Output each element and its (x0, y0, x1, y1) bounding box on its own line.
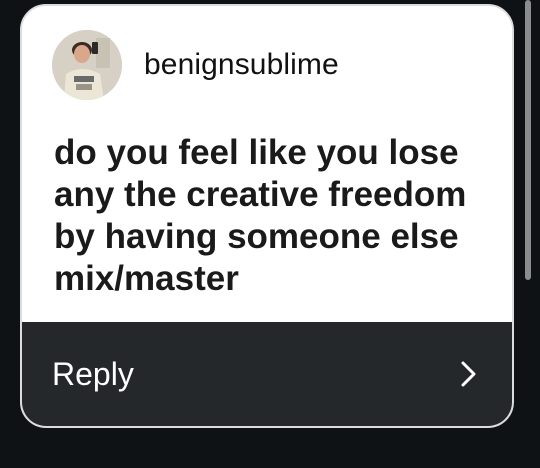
reply-label: Reply (52, 356, 134, 392)
question-card: benignsublime do you feel like you lose … (20, 4, 514, 428)
question-card-body: benignsublime do you feel like you lose … (22, 6, 512, 322)
reply-button[interactable]: Reply (22, 322, 512, 426)
chevron-right-icon (461, 361, 476, 387)
avatar[interactable] (52, 30, 122, 100)
question-text: do you feel like you lose any the creati… (54, 133, 467, 298)
scrollbar[interactable] (525, 0, 531, 280)
username[interactable]: benignsublime (144, 48, 339, 82)
avatar-image (52, 30, 122, 100)
